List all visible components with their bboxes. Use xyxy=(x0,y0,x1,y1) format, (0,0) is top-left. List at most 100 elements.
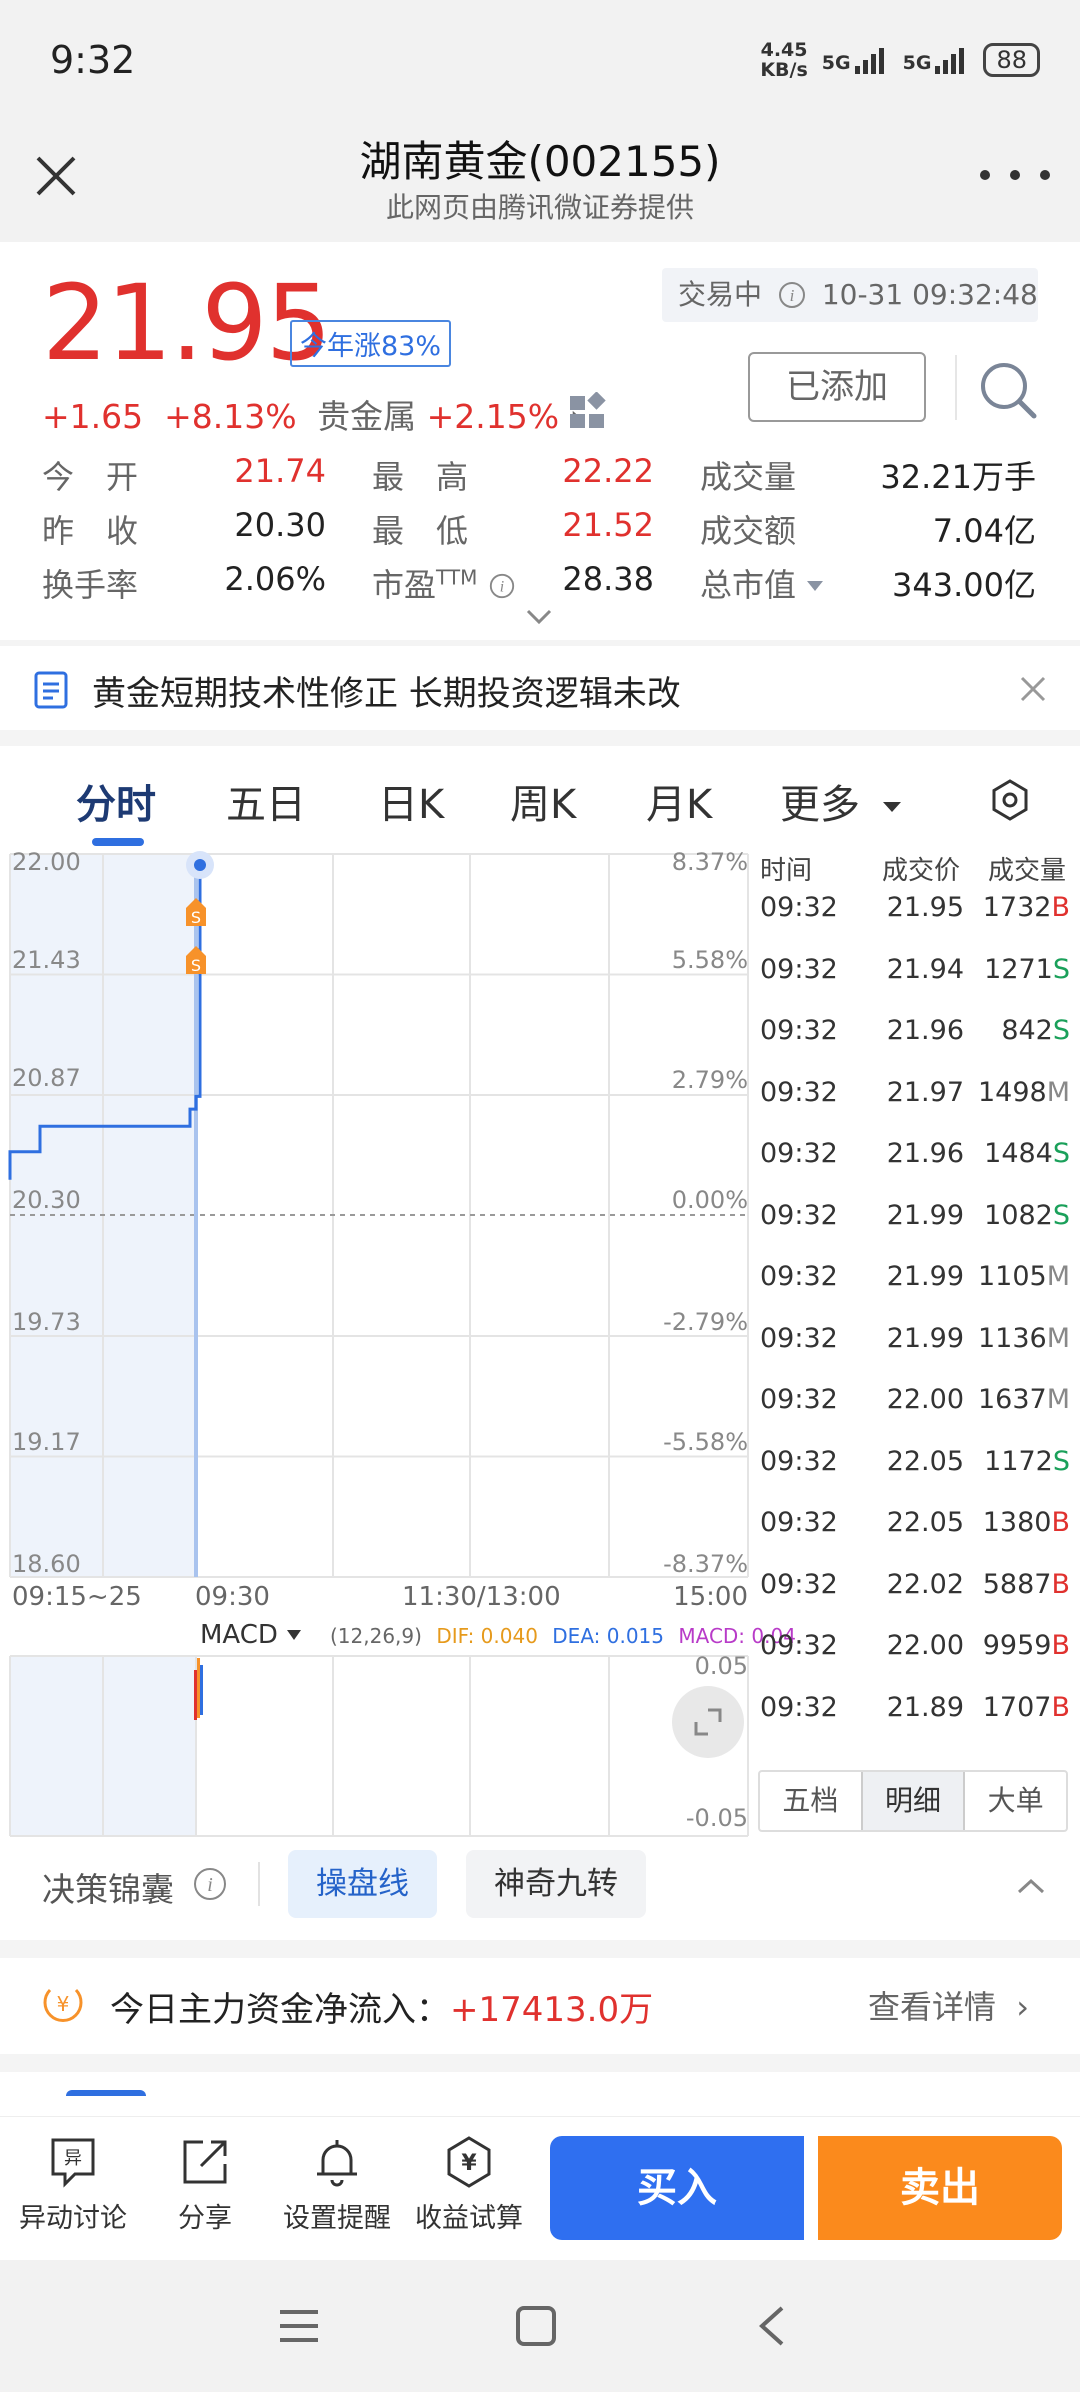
trade-header-time: 时间 xyxy=(760,856,813,886)
trading-status: 交易中 i 10-31 09:32:48 xyxy=(662,268,1038,322)
mcap-value: 343.00亿 xyxy=(892,566,1036,604)
svg-text:i: i xyxy=(790,286,795,305)
close-notice-icon[interactable] xyxy=(1016,672,1050,706)
divider xyxy=(955,355,957,420)
trade-volume: 1732B xyxy=(982,892,1070,923)
tab-intraday[interactable]: 分时 xyxy=(76,772,156,830)
sector-link[interactable]: 贵金属 +2.15% › xyxy=(317,397,583,436)
section-tabs-clipped xyxy=(0,2072,1080,2116)
expand-stats-icon[interactable] xyxy=(524,606,554,628)
intraday-chart[interactable]: S S xyxy=(0,850,750,1850)
info-icon[interactable]: i xyxy=(192,1866,228,1902)
info-icon[interactable]: i xyxy=(777,280,807,310)
back-icon[interactable] xyxy=(752,2304,792,2348)
tab-large-orders[interactable]: 大单 xyxy=(965,1772,1066,1830)
sell-button[interactable]: 卖出 xyxy=(818,2136,1062,2240)
divider xyxy=(258,1862,260,1906)
trade-side: B xyxy=(1051,1630,1070,1661)
trade-volume: 1637M xyxy=(977,1384,1070,1415)
y-label-right: 8.37% xyxy=(671,848,748,876)
x-label: 09:15~25 xyxy=(12,1582,142,1612)
tab-five-day[interactable]: 五日 xyxy=(226,772,306,830)
tab-daily-k[interactable]: 日K xyxy=(378,772,444,830)
divider xyxy=(0,640,1080,646)
trade-time: 09:32 xyxy=(760,1630,838,1661)
trade-side: S xyxy=(1052,1445,1070,1477)
y-label-left: 19.73 xyxy=(12,1308,81,1336)
y-label-left: 20.87 xyxy=(12,1064,81,1092)
trade-side: S xyxy=(1052,1138,1070,1169)
search-icon[interactable] xyxy=(976,358,1040,422)
news-notice[interactable]: 黄金短期技术性修正 长期投资逻辑未改 xyxy=(92,666,681,715)
x-label: 15:00 xyxy=(673,1582,748,1612)
apps-grid-icon[interactable] xyxy=(568,392,608,430)
y-label-right: -5.58% xyxy=(663,1428,748,1456)
trade-side: M xyxy=(1046,1322,1070,1354)
svg-text:i: i xyxy=(499,579,503,596)
trade-volume: 1707B xyxy=(982,1691,1070,1723)
tab-weekly-k[interactable]: 周K xyxy=(510,772,576,830)
ytd-badge: 今年涨83% xyxy=(290,320,452,367)
status-bar: 9:32 4.45 KB/s 5G 5G 88 xyxy=(0,0,1080,120)
trade-volume: 1271S xyxy=(984,953,1070,985)
trade-side: S xyxy=(1052,953,1070,985)
trade-side: B xyxy=(1051,892,1070,923)
added-watchlist-button[interactable]: 已添加 xyxy=(748,352,926,422)
fullscreen-button[interactable] xyxy=(672,1686,744,1758)
trade-price: 21.96 xyxy=(886,1138,964,1169)
divider xyxy=(0,730,1080,746)
mcap-label[interactable]: 总市值 xyxy=(700,560,824,606)
set-alert-button[interactable]: 设置提醒 xyxy=(272,2134,402,2235)
trade-time: 09:32 xyxy=(760,892,838,923)
open-value: 21.74 xyxy=(234,452,326,490)
home-icon[interactable] xyxy=(514,2304,558,2348)
pe-info-icon[interactable]: i xyxy=(488,572,516,600)
svg-text:S: S xyxy=(191,908,201,927)
turnover-label: 换手率 xyxy=(42,566,139,604)
collapse-icon[interactable] xyxy=(1016,1876,1046,1896)
more-menu-icon[interactable] xyxy=(980,160,1050,190)
turnover-value: 2.06% xyxy=(224,560,326,598)
trade-price: 21.94 xyxy=(886,953,964,985)
macd-indicator-select[interactable]: MACD xyxy=(200,1620,302,1650)
trade-time: 09:32 xyxy=(760,1076,838,1108)
page-header: 湖南黄金(002155) 此网页由腾讯微证券提供 xyxy=(0,120,1080,242)
chevron-right-icon: › xyxy=(1016,1988,1029,2026)
discuss-button[interactable]: 异 异动讨论 xyxy=(8,2134,138,2235)
buy-button[interactable]: 买入 xyxy=(550,2136,804,2240)
page-subtitle: 此网页由腾讯微证券提供 xyxy=(385,191,694,224)
volume-value: 32.21万手 xyxy=(880,458,1036,496)
pill-trading-line[interactable]: 操盘线 xyxy=(288,1850,437,1918)
trade-price: 21.99 xyxy=(886,1261,964,1292)
trade-volume: 1136M xyxy=(977,1322,1070,1354)
pill-nine-turn[interactable]: 神奇九转 xyxy=(466,1850,646,1918)
trade-header-price: 成交价 xyxy=(882,856,961,886)
trade-price: 21.99 xyxy=(886,1322,964,1354)
trade-list-fade xyxy=(758,1756,1074,1770)
tab-order-book[interactable]: 五档 xyxy=(760,1772,861,1830)
prev-close-label: 昨 收 xyxy=(42,512,139,550)
fund-flow-details-link[interactable]: 查看详情 › xyxy=(868,1982,1029,2028)
signal-2-icon: 5G xyxy=(903,46,970,74)
active-tab-indicator xyxy=(92,838,144,846)
macd-top-label: 0.05 xyxy=(694,1652,748,1680)
trade-side: S xyxy=(1052,1015,1070,1046)
macd-bar xyxy=(200,1665,203,1715)
y-label-left: 21.43 xyxy=(12,946,81,974)
trade-volume: 1172S xyxy=(984,1445,1070,1477)
profit-calc-button[interactable]: ¥ 收益试算 xyxy=(404,2134,534,2235)
trade-price: 22.05 xyxy=(886,1507,964,1538)
y-label-left: 18.60 xyxy=(12,1550,81,1578)
trade-header-volume: 成交量 xyxy=(988,856,1067,886)
menu-icon[interactable] xyxy=(276,2304,322,2348)
volume-label: 成交量 xyxy=(700,458,797,496)
share-button[interactable]: 分享 xyxy=(140,2134,270,2235)
tab-more[interactable]: 更多 xyxy=(780,772,903,830)
trade-side: S xyxy=(1052,1199,1070,1231)
trade-price: 21.96 xyxy=(886,1015,964,1046)
settings-icon[interactable] xyxy=(988,778,1032,822)
prev-close-value: 20.30 xyxy=(234,506,326,544)
tab-trade-detail[interactable]: 明细 xyxy=(860,1772,966,1830)
tab-monthly-k[interactable]: 月K xyxy=(646,772,712,830)
trade-time: 09:32 xyxy=(760,1384,838,1415)
